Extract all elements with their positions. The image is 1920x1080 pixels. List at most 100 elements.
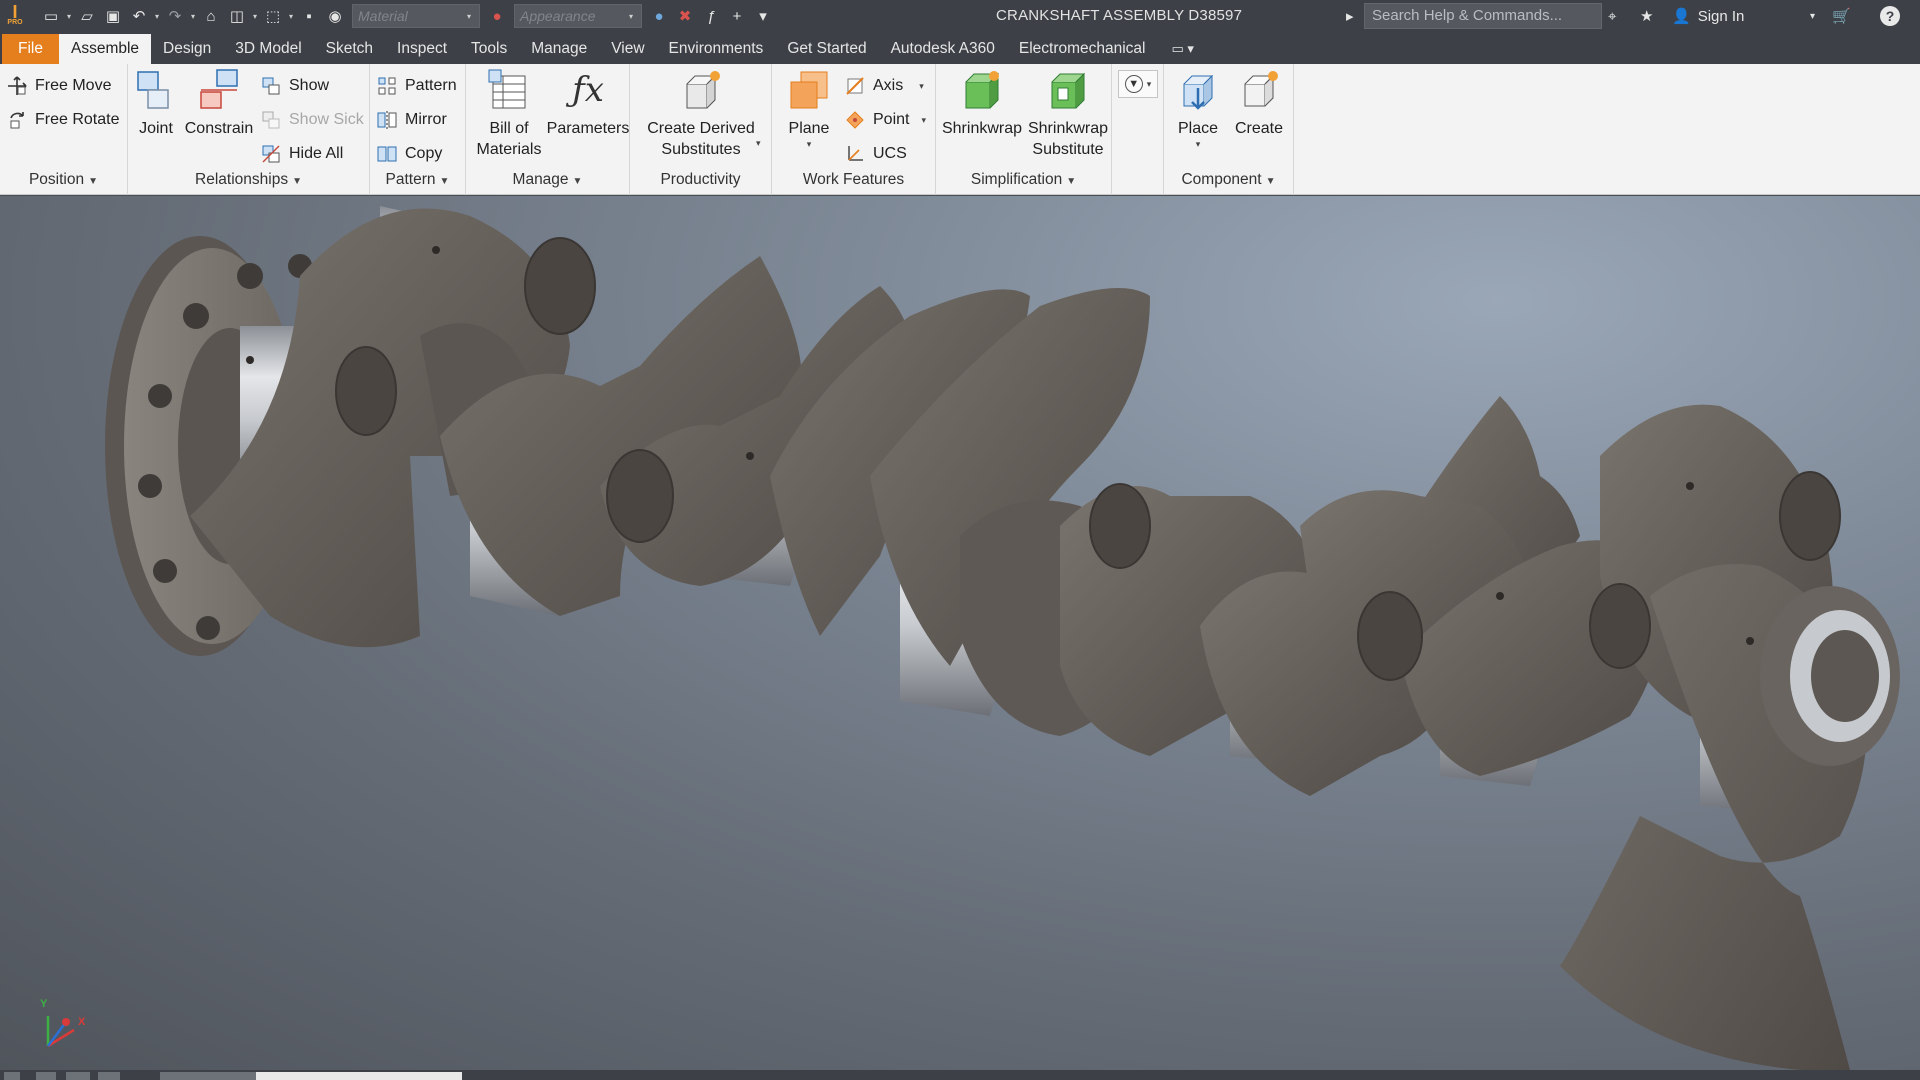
show-sick-label: Show Sick — [289, 111, 364, 128]
panel-label-manage[interactable]: Manage ▼ — [466, 169, 629, 191]
point-icon — [844, 110, 866, 130]
select-dropdown-icon[interactable]: ▾ — [286, 12, 296, 21]
adjust-appearance-icon[interactable]: ● — [646, 3, 672, 29]
view-triad[interactable]: X Y — [38, 996, 98, 1056]
free-rotate-icon — [6, 110, 28, 130]
sign-in-dropdown-icon[interactable]: ▾ — [1810, 0, 1815, 32]
tab-3d-model[interactable]: 3D Model — [223, 34, 313, 64]
point-dropdown-icon[interactable]: ▾ — [921, 115, 926, 125]
open-folder-icon[interactable]: ▱ — [74, 3, 100, 29]
cart-icon[interactable]: 🛒 — [1832, 0, 1851, 32]
constrain-button[interactable]: Constrain — [182, 68, 256, 139]
undo-dropdown-icon[interactable]: ▾ — [152, 12, 162, 21]
panel-label-position[interactable]: Position ▼ — [0, 169, 127, 191]
tab-electromechanical[interactable]: Electromechanical — [1007, 34, 1158, 64]
joint-button[interactable]: Joint — [134, 68, 178, 139]
plane-button[interactable]: Plane ▾ — [778, 68, 840, 149]
search-input[interactable]: Search Help & Commands... — [1364, 3, 1602, 29]
tab-manage[interactable]: Manage — [519, 34, 599, 64]
graphics-viewport[interactable]: X Y — [0, 196, 1920, 1070]
crankshaft-model[interactable] — [0, 196, 1920, 1070]
panel-gallery: ▼ ▾ — [1112, 64, 1164, 195]
document-tab-active[interactable] — [256, 1072, 462, 1080]
material-caret-icon: ▾ — [466, 11, 471, 21]
clear-appearance-icon[interactable]: ✖ — [672, 3, 698, 29]
customize-dropdown-icon[interactable]: ▾ — [750, 3, 776, 29]
place-button[interactable]: Place ▾ — [1168, 68, 1228, 149]
tab-autodesk-a360[interactable]: Autodesk A360 — [879, 34, 1007, 64]
shrinkwrap-button[interactable]: Shrinkwrap — [940, 68, 1024, 139]
select-other-icon[interactable]: ▪ — [296, 3, 322, 29]
ucs-label: UCS — [873, 145, 907, 162]
panel-label-component[interactable]: Component ▼ — [1164, 169, 1293, 191]
appearance-caret-icon: ▾ — [628, 11, 633, 21]
place-dropdown-icon[interactable]: ▾ — [1196, 139, 1201, 149]
panel-label-relationships[interactable]: Relationships ▼ — [128, 169, 369, 191]
panel-manage: Bill of Materials ƒx Parameters Manage ▼ — [466, 64, 630, 195]
tab-get-started[interactable]: Get Started — [775, 34, 878, 64]
create-derived-substitutes-button[interactable]: Create Derived Substitutes — [634, 68, 768, 160]
appearance-placeholder: Appearance — [520, 8, 596, 24]
cds-dropdown-icon[interactable]: ▾ — [756, 138, 761, 148]
create-button[interactable]: Create — [1228, 68, 1290, 139]
favorites-star-icon[interactable]: ★ — [1640, 0, 1653, 32]
tab-assemble[interactable]: Assemble — [58, 34, 152, 64]
new-dropdown-icon[interactable]: ▾ — [64, 12, 74, 21]
undo-icon[interactable]: ↶ — [126, 3, 152, 29]
axis-button[interactable]: Axis ▾ — [844, 72, 924, 100]
material-dropdown[interactable]: Material ▾ — [352, 4, 480, 28]
layout-icon-3[interactable] — [66, 1072, 90, 1080]
tab-file[interactable]: File — [2, 34, 59, 64]
panel-label-simplification[interactable]: Simplification ▼ — [936, 169, 1111, 191]
shrinkwrap-substitute-button[interactable]: Shrinkwrap Substitute — [1024, 68, 1112, 160]
appearance-sphere-icon[interactable]: ● — [484, 3, 510, 29]
hide-all-button[interactable]: Hide All — [260, 140, 343, 168]
fx-icon[interactable]: ƒ — [698, 3, 724, 29]
redo-dropdown-icon[interactable]: ▾ — [188, 12, 198, 21]
layout-icon-2[interactable] — [36, 1072, 56, 1080]
appearance-dropdown[interactable]: Appearance ▾ — [514, 4, 642, 28]
update-icon[interactable]: ◫ — [224, 3, 250, 29]
panel-label-productivity: Productivity — [660, 171, 741, 188]
inventor-logo-icon[interactable]: I PRO — [0, 0, 30, 32]
new-file-icon[interactable]: ▭ — [38, 3, 64, 29]
tab-sketch[interactable]: Sketch — [314, 34, 385, 64]
search-expand-icon[interactable]: ▸ — [1346, 0, 1354, 32]
show-button[interactable]: Show — [260, 72, 329, 100]
tab-view[interactable]: View — [599, 34, 656, 64]
rear-hub[interactable] — [1760, 586, 1900, 766]
point-button[interactable]: Point ▾ — [844, 106, 926, 134]
parameters-button[interactable]: ƒx Parameters — [547, 68, 630, 139]
ucs-button[interactable]: UCS — [844, 140, 907, 168]
layout-icon-4[interactable] — [98, 1072, 120, 1080]
sign-in-button[interactable]: 👤 Sign In — [1672, 0, 1744, 32]
axis-dropdown-icon[interactable]: ▾ — [919, 81, 924, 91]
tab-inspect[interactable]: Inspect — [385, 34, 459, 64]
shrinkwrap-label: Shrinkwrap — [941, 120, 1023, 137]
filter-dropdown[interactable]: ▼ ▾ — [1118, 70, 1158, 98]
redo-icon[interactable]: ↷ — [162, 3, 188, 29]
update-dropdown-icon[interactable]: ▾ — [250, 12, 260, 21]
mirror-button[interactable]: Mirror — [376, 106, 447, 134]
layout-icon-1[interactable] — [4, 1072, 20, 1080]
select-icon[interactable]: ⬚ — [260, 3, 286, 29]
show-sick-button[interactable]: Show Sick — [260, 106, 364, 134]
tab-environments[interactable]: Environments — [657, 34, 776, 64]
home-icon[interactable]: ⌂ — [198, 3, 224, 29]
globe-icon[interactable]: ◉ — [322, 3, 348, 29]
panel-label-pattern[interactable]: Pattern ▼ — [370, 169, 465, 191]
tab-design[interactable]: Design — [151, 34, 223, 64]
document-tab-inactive[interactable] — [160, 1072, 256, 1080]
free-move-button[interactable]: Free Move — [6, 72, 111, 100]
help-icon[interactable]: ? — [1880, 0, 1900, 32]
tab-tools[interactable]: Tools — [459, 34, 519, 64]
plane-dropdown-icon[interactable]: ▾ — [807, 139, 812, 149]
ribbon-options-icon[interactable]: ▭ ▾ — [1158, 34, 1202, 64]
free-rotate-button[interactable]: Free Rotate — [6, 106, 119, 134]
bill-of-materials-button[interactable]: Bill of Materials — [470, 68, 548, 160]
binoculars-icon[interactable]: ⌖ — [1608, 0, 1616, 32]
copy-button[interactable]: Copy — [376, 140, 442, 168]
pattern-button[interactable]: Pattern — [376, 72, 457, 100]
save-icon[interactable]: ▣ — [100, 3, 126, 29]
add-icon[interactable]: + — [724, 3, 750, 29]
